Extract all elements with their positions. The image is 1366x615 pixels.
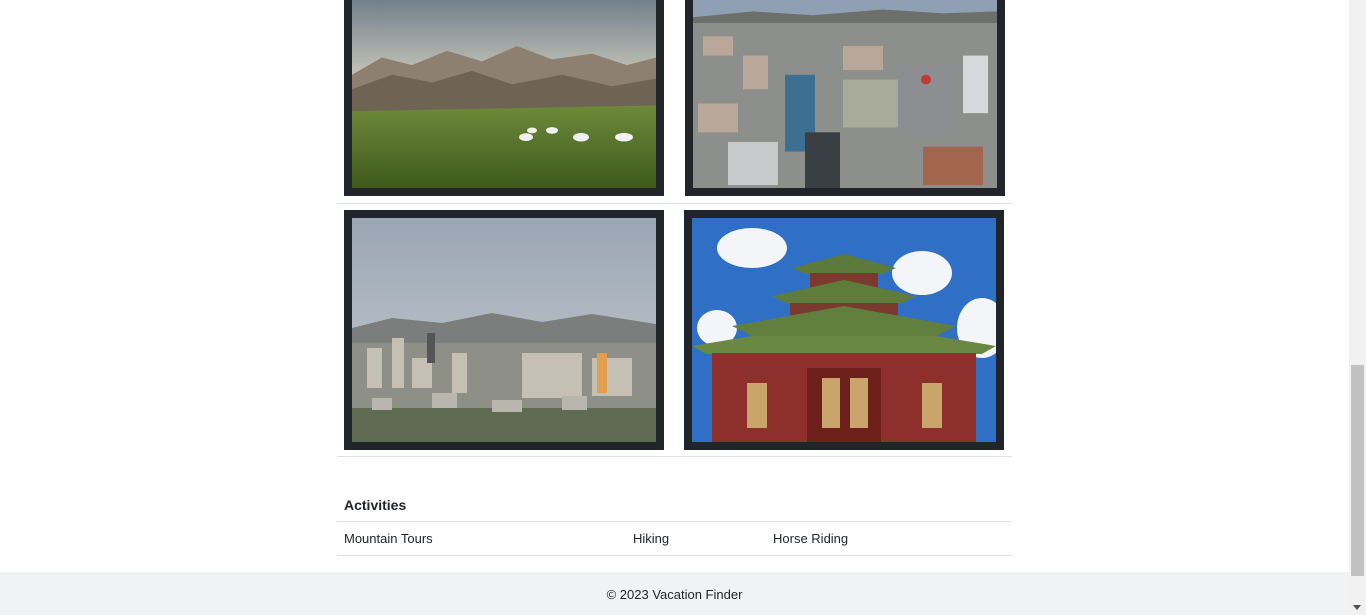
city-aerial-photo xyxy=(693,0,997,188)
photo-card-temple[interactable] xyxy=(684,210,1004,450)
scroll-down-arrow-icon[interactable] xyxy=(1353,605,1361,610)
city-skyline-photo xyxy=(352,218,656,442)
activity-item: Hiking xyxy=(633,531,670,546)
activities-table: Mountain Tours Hiking Horse Riding xyxy=(337,521,1012,556)
gallery-row xyxy=(337,0,1012,204)
temple-gate-photo xyxy=(692,218,996,442)
activity-item: Mountain Tours xyxy=(344,531,433,546)
page-viewport: Activities Mountain Tours Hiking Horse R… xyxy=(0,0,1349,615)
photo-card-skyline[interactable] xyxy=(344,210,664,450)
scrollbar-thumb[interactable] xyxy=(1351,365,1364,576)
footer-copyright: © 2023 Vacation Finder xyxy=(606,587,743,602)
photo-card-city-aerial[interactable] xyxy=(685,0,1005,196)
site-footer: © 2023 Vacation Finder xyxy=(0,572,1349,615)
steppe-photo xyxy=(352,0,656,188)
activities-heading: Activities xyxy=(344,497,407,513)
gallery-row xyxy=(337,204,1012,457)
vertical-scrollbar[interactable] xyxy=(1349,0,1366,615)
activity-item: Horse Riding xyxy=(773,531,849,546)
photo-card-steppe[interactable] xyxy=(344,0,664,196)
